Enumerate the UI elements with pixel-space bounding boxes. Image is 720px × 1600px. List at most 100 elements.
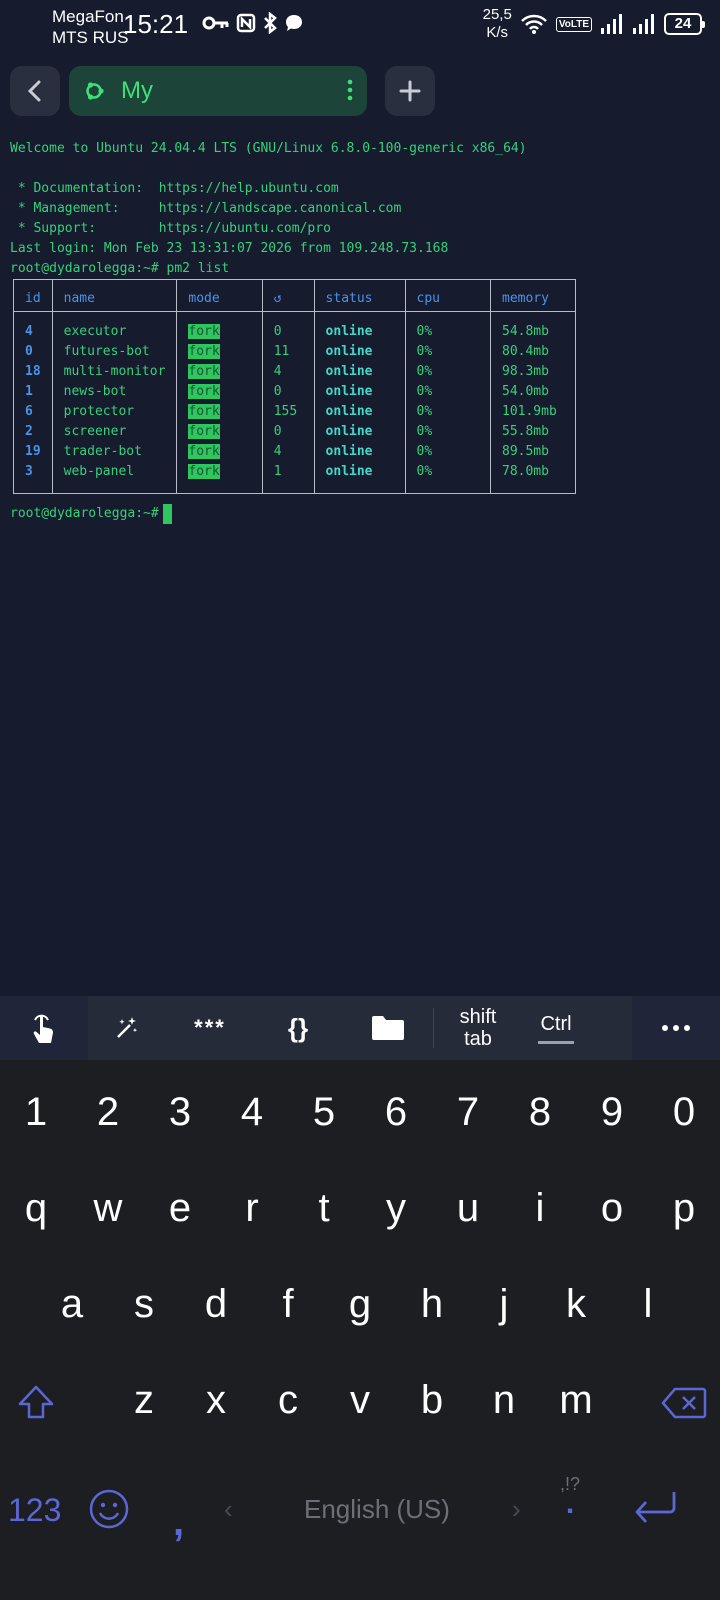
shift-tab-key[interactable]: shift tab — [434, 996, 522, 1060]
keyboard-language: English (US) — [304, 1494, 450, 1524]
process-row: 2 screener fork 0 online 0% 55.8mb — [13, 421, 576, 442]
letter-key-k[interactable]: k — [540, 1282, 612, 1327]
process-cpu: 0% — [404, 441, 492, 462]
letter-key-h[interactable]: h — [396, 1282, 468, 1327]
process-row: 1 news-bot fork 0 online 0% 54.0mb — [13, 381, 576, 402]
mode-badge: fork — [188, 323, 220, 339]
process-name: executor — [51, 321, 178, 342]
process-mode: fork — [176, 341, 263, 362]
letter-key-f[interactable]: f — [252, 1282, 324, 1327]
col-status: status — [313, 279, 406, 312]
process-status: online — [313, 381, 406, 402]
digit-key-1[interactable]: 1 — [0, 1090, 72, 1135]
process-row: 4 executor fork 0 online 0% 54.8mb — [13, 321, 576, 342]
letter-key-i[interactable]: i — [504, 1186, 576, 1231]
letter-key-n[interactable]: n — [468, 1378, 540, 1430]
backspace-icon — [661, 1387, 707, 1419]
digit-key-4[interactable]: 4 — [216, 1090, 288, 1135]
digit-key-8[interactable]: 8 — [504, 1090, 576, 1135]
extra-keys-bar: *** {} shift tab Ctrl — [0, 996, 720, 1060]
letter-key-e[interactable]: e — [144, 1186, 216, 1231]
process-memory: 54.8mb — [490, 321, 576, 342]
add-session-button[interactable] — [385, 66, 435, 116]
digit-key-2[interactable]: 2 — [72, 1090, 144, 1135]
letter-key-r[interactable]: r — [216, 1186, 288, 1231]
digit-key-9[interactable]: 9 — [576, 1090, 648, 1135]
col-restarts: ↺ — [261, 279, 315, 312]
back-button[interactable] — [10, 66, 60, 116]
session-title: My — [121, 77, 153, 104]
letter-key-t[interactable]: t — [288, 1186, 360, 1231]
session-tab-bar: My — [10, 66, 710, 116]
number-row: 1234567890 — [0, 1090, 720, 1135]
stars-key[interactable]: *** — [166, 996, 254, 1060]
process-row: 6 protector fork 155 online 0% 101.9mb — [13, 401, 576, 422]
digit-key-0[interactable]: 0 — [648, 1090, 720, 1135]
process-id: 6 — [13, 401, 53, 422]
more-keys-button[interactable] — [632, 996, 720, 1060]
keyboard-bottom-row: 123 , ‹ English (US) › ,!? . — [0, 1474, 720, 1560]
prompt-line: root@dydarolegga:~# — [10, 504, 710, 524]
comma-key[interactable]: , — [173, 1500, 184, 1545]
letter-row-2: asdfghjkl — [0, 1282, 720, 1327]
process-restarts: 1 — [261, 461, 315, 482]
braces-key[interactable]: {} — [254, 996, 342, 1060]
enter-key[interactable] — [632, 1488, 680, 1533]
letter-key-g[interactable]: g — [324, 1282, 396, 1327]
mode-badge: fork — [188, 363, 220, 379]
chevron-left-icon — [27, 80, 41, 102]
letter-key-m[interactable]: m — [540, 1378, 612, 1430]
digit-key-3[interactable]: 3 — [144, 1090, 216, 1135]
signal-icon-2 — [633, 14, 654, 34]
process-restarts: 4 — [261, 441, 315, 462]
letter-key-s[interactable]: s — [108, 1282, 180, 1327]
letter-key-o[interactable]: o — [576, 1186, 648, 1231]
terminal-line: root@dydarolegga:~# pm2 list — [10, 261, 230, 276]
process-row: 19 trader-bot fork 4 online 0% 89.5mb — [13, 441, 576, 462]
letter-key-a[interactable]: a — [36, 1282, 108, 1327]
session-tab[interactable]: My — [69, 66, 367, 116]
letter-key-w[interactable]: w — [72, 1186, 144, 1231]
soft-keyboard: 1234567890 qwertyuiop asdfghjkl zxcvbnm … — [0, 1060, 720, 1600]
shift-key[interactable] — [0, 1378, 72, 1430]
period-key[interactable]: ,!? . — [560, 1474, 580, 1519]
enter-icon — [635, 1492, 676, 1523]
folder-key[interactable] — [342, 1008, 434, 1048]
emoji-key[interactable] — [88, 1488, 130, 1535]
digit-key-6[interactable]: 6 — [360, 1090, 432, 1135]
terminal-output[interactable]: Welcome to Ubuntu 24.04.4 LTS (GNU/Linux… — [10, 139, 710, 524]
process-cpu: 0% — [404, 461, 492, 482]
letter-key-y[interactable]: y — [360, 1186, 432, 1231]
process-id: 0 — [13, 341, 53, 362]
status-bar: MegaFon MTS RUS 15:21 25,5 K/s VoLTE 24 — [0, 0, 720, 52]
process-cpu: 0% — [404, 321, 492, 342]
process-restarts: 0 — [261, 421, 315, 442]
touch-key[interactable] — [0, 996, 88, 1060]
letter-key-c[interactable]: c — [252, 1378, 324, 1430]
digit-key-5[interactable]: 5 — [288, 1090, 360, 1135]
letter-key-x[interactable]: x — [180, 1378, 252, 1430]
col-id: id — [13, 279, 53, 312]
terminal-line: * Documentation: https://help.ubuntu.com — [10, 181, 339, 196]
process-restarts: 11 — [261, 341, 315, 362]
more-vert-icon[interactable] — [347, 79, 353, 101]
process-status: online — [313, 341, 406, 362]
backspace-key[interactable] — [648, 1378, 720, 1430]
letter-key-u[interactable]: u — [432, 1186, 504, 1231]
ctrl-key[interactable]: Ctrl — [522, 996, 590, 1060]
numeric-switch-key[interactable]: 123 — [8, 1492, 61, 1529]
digit-key-7[interactable]: 7 — [432, 1090, 504, 1135]
letter-key-b[interactable]: b — [396, 1378, 468, 1430]
magic-key[interactable] — [88, 996, 166, 1060]
table-end-row — [13, 481, 576, 494]
process-id: 3 — [13, 461, 53, 482]
letter-key-z[interactable]: z — [108, 1378, 180, 1430]
letter-key-q[interactable]: q — [0, 1186, 72, 1231]
process-mode: fork — [176, 381, 263, 402]
letter-key-v[interactable]: v — [324, 1378, 396, 1430]
letter-key-j[interactable]: j — [468, 1282, 540, 1327]
letter-key-p[interactable]: p — [648, 1186, 720, 1231]
letter-key-l[interactable]: l — [612, 1282, 684, 1327]
letter-key-d[interactable]: d — [180, 1282, 252, 1327]
mode-badge: fork — [188, 443, 220, 459]
